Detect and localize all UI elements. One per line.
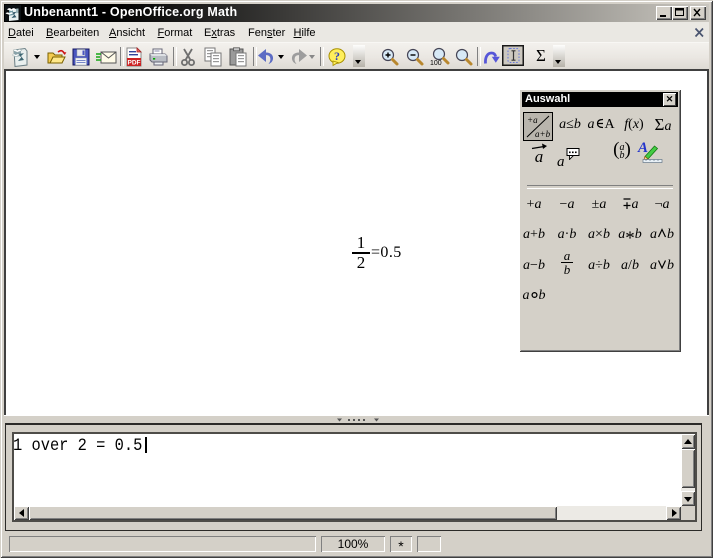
svg-text:100: 100	[430, 60, 442, 67]
svg-text:a+b: a+b	[535, 129, 551, 139]
svg-text:+a: +a	[527, 115, 538, 125]
svg-text:?: ?	[334, 49, 340, 63]
svg-text:PDF: PDF	[128, 60, 141, 67]
